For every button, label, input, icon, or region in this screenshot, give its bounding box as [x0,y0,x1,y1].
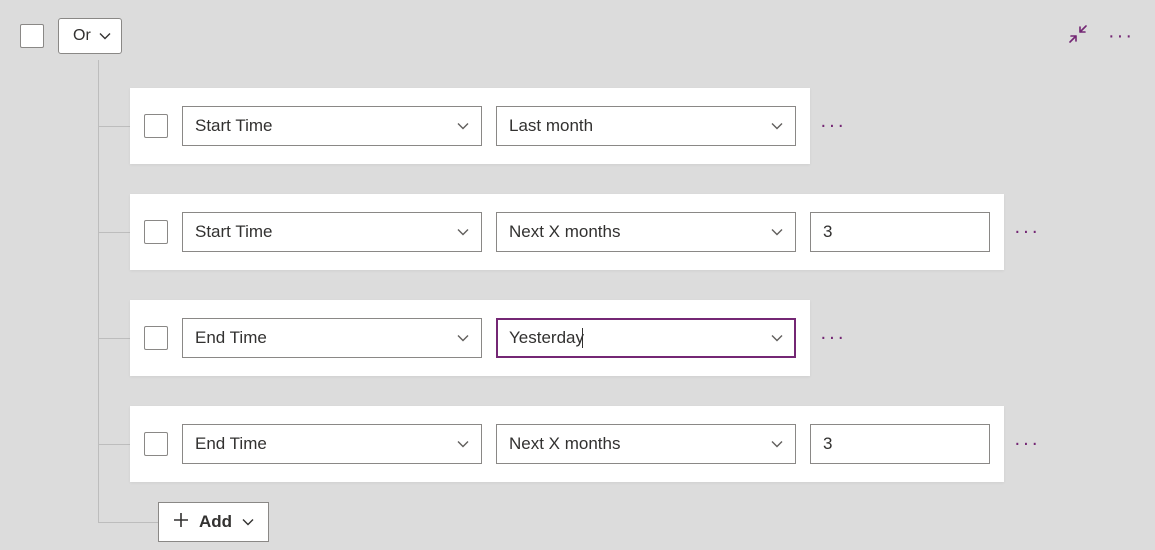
group-checkbox[interactable] [20,24,44,48]
chevron-down-icon [771,226,783,238]
text-cursor [582,328,583,348]
chevron-down-icon [771,332,783,344]
chevron-down-icon [771,120,783,132]
chevron-down-icon [457,438,469,450]
add-button-label: Add [199,512,232,532]
tree-branch-line [98,126,130,127]
tree-branch-line [98,338,130,339]
condition-value: Yesterday [509,328,584,349]
condition-dropdown[interactable]: Next X months [496,424,796,464]
field-dropdown[interactable]: End Time [182,318,482,358]
row-more-menu[interactable]: ··· [820,327,846,350]
filter-builder: Or ··· Start Time Last month [0,0,1155,72]
row-more-menu[interactable]: ··· [1014,433,1040,456]
chevron-down-icon [457,226,469,238]
condition-value: Next X months [509,434,621,454]
field-value: End Time [195,434,267,454]
value-input[interactable] [810,424,990,464]
field-dropdown[interactable]: End Time [182,424,482,464]
group-operator-label: Or [73,27,91,45]
chevron-down-icon [771,438,783,450]
field-dropdown[interactable]: Start Time [182,106,482,146]
condition-dropdown[interactable]: Next X months [496,212,796,252]
condition-dropdown[interactable]: Yesterday [496,318,796,358]
condition-value: Last month [509,116,593,136]
condition-row: Start Time Last month ··· [130,88,810,164]
add-condition-button[interactable]: Add [158,502,269,542]
condition-value: Next X months [509,222,621,242]
condition-row: Start Time Next X months ··· [130,194,1004,270]
chevron-down-icon [99,30,111,42]
field-value: Start Time [195,116,272,136]
row-more-menu[interactable]: ··· [1014,221,1040,244]
row-checkbox[interactable] [144,326,168,350]
field-value: Start Time [195,222,272,242]
top-actions: ··· [1069,24,1133,48]
condition-dropdown[interactable]: Last month [496,106,796,146]
tree-branch-line [98,522,158,523]
chevron-down-icon [242,516,254,528]
row-checkbox[interactable] [144,220,168,244]
chevron-down-icon [457,332,469,344]
condition-row: End Time Yesterday ··· [130,300,810,376]
field-value: End Time [195,328,267,348]
group-more-menu[interactable]: ··· [1109,24,1133,48]
tree-trunk-line [98,60,99,522]
tree-branch-line [98,444,130,445]
field-dropdown[interactable]: Start Time [182,212,482,252]
condition-row: End Time Next X months ··· [130,406,1004,482]
tree-branch-line [98,232,130,233]
row-checkbox[interactable] [144,114,168,138]
plus-icon [173,512,189,533]
value-input[interactable] [810,212,990,252]
group-operator-dropdown[interactable]: Or [58,18,122,54]
collapse-icon[interactable] [1069,25,1087,47]
row-more-menu[interactable]: ··· [820,115,846,138]
row-checkbox[interactable] [144,432,168,456]
chevron-down-icon [457,120,469,132]
